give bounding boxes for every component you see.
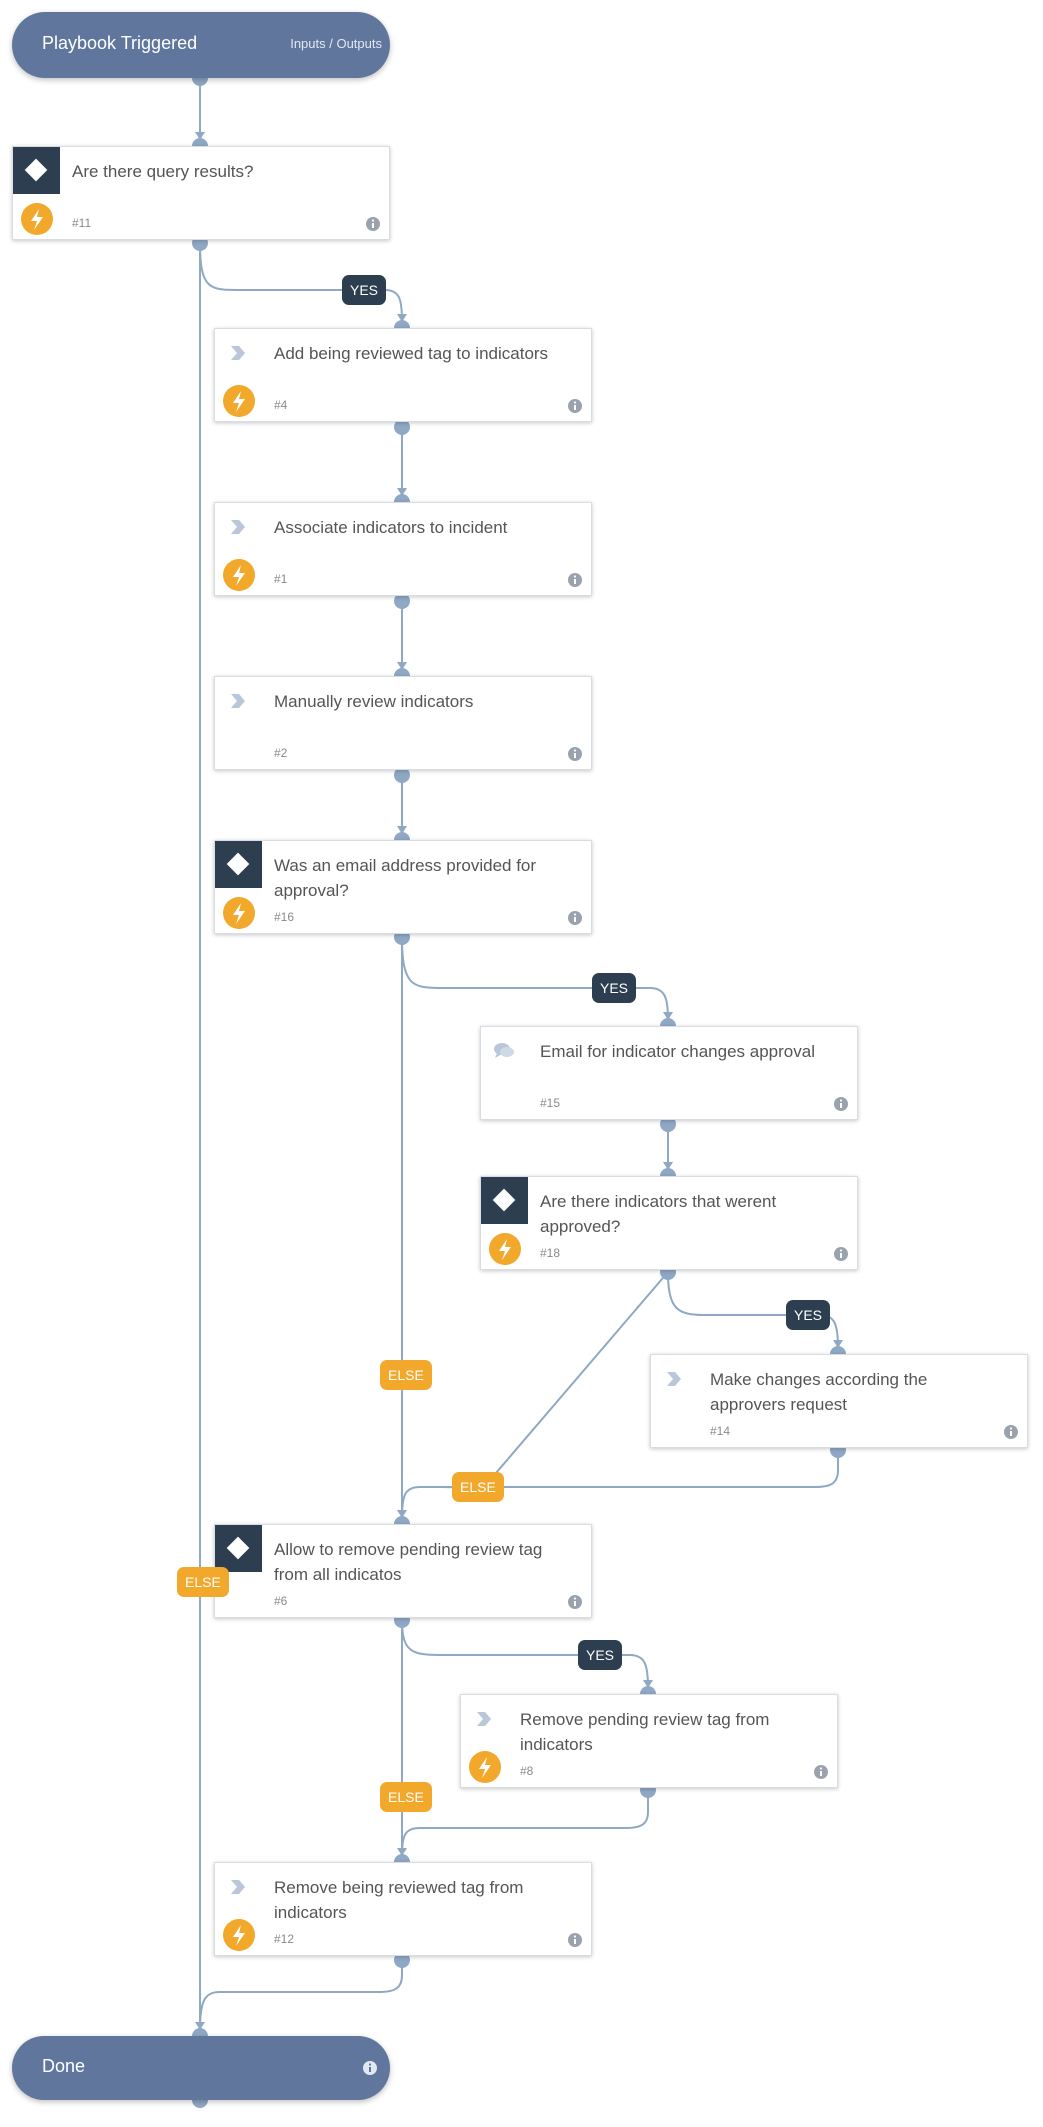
task-title: Allow to remove pending review tag from … [274,1540,543,1584]
lightning-icon [222,896,256,935]
chevron-right-icon [229,519,247,540]
inputs-outputs-link[interactable]: Inputs / Outputs [290,36,382,51]
task-node[interactable]: Make changes according the approvers req… [650,1354,1028,1448]
end-title: Done [42,2056,86,2076]
info-icon[interactable] [567,398,583,419]
info-icon[interactable] [813,1764,829,1785]
info-icon[interactable] [567,1932,583,1953]
task-title: Add being reviewed tag to indicators [274,344,549,363]
task-node[interactable]: Manually review indicators #2 [214,676,592,770]
lightning-icon [222,384,256,423]
task-id: #2 [274,746,288,760]
task-node[interactable]: Are there query results? #11 [12,146,390,240]
task-title: Remove being reviewed tag from indicator… [274,1878,524,1922]
lightning-icon [20,202,54,241]
connector [401,1790,649,1857]
task-id: #11 [72,216,92,230]
task-node[interactable]: Are there indicators that werent approve… [480,1176,858,1270]
start-title: Playbook Triggered [42,33,198,53]
done-node[interactable]: Done [12,2036,390,2100]
condition-diamond-icon [481,1177,528,1224]
task-node[interactable]: Remove pending review tag from indicator… [460,1694,838,1788]
condition-diamond-icon [215,1525,262,1572]
task-node[interactable]: Was an email address provided for approv… [214,840,592,934]
connector [401,1271,669,1519]
lightning-icon [468,1750,502,1789]
playbook-triggered-node[interactable]: Playbook Triggered Inputs / Outputs [12,12,390,78]
task-title: Was an email address provided for approv… [274,856,537,900]
task-node[interactable]: Add being reviewed tag to indicators #4 [214,328,592,422]
task-title: Associate indicators to incident [274,518,508,537]
task-id: #15 [540,1096,561,1110]
task-id: #14 [710,1424,731,1438]
condition-diamond-icon [13,147,60,194]
task-id: #12 [274,1932,295,1946]
else-branch-label: ELSE [452,1472,504,1502]
task-title: Manually review indicators [274,692,474,711]
task-title: Make changes according the approvers req… [710,1370,928,1414]
condition-diamond-icon [215,841,262,888]
info-icon[interactable] [833,1096,849,1117]
connector [199,1960,403,2031]
chevron-right-icon [229,345,247,366]
chevron-right-icon [665,1371,683,1392]
task-id: #18 [540,1246,561,1260]
lightning-icon [222,1918,256,1957]
task-title: Email for indicator changes approval [540,1042,815,1061]
info-icon[interactable] [567,746,583,767]
chevron-right-icon [229,1879,247,1900]
chevron-right-icon [229,693,247,714]
info-icon[interactable] [567,910,583,931]
lightning-icon [222,558,256,597]
task-node[interactable]: Allow to remove pending review tag from … [214,1524,592,1618]
chat-icon [493,1042,515,1065]
info-icon[interactable] [833,1246,849,1267]
task-id: #16 [274,910,295,924]
task-title: Remove pending review tag from indicator… [520,1710,770,1754]
task-node[interactable]: Associate indicators to incident #1 [214,502,592,596]
info-icon[interactable] [365,216,381,237]
lightning-icon [488,1232,522,1271]
task-id: #4 [274,398,288,412]
yes-branch-label: YES [342,275,387,305]
else-branch-label: ELSE [177,1567,229,1597]
task-node[interactable]: Email for indicator changes approval #15 [480,1026,858,1120]
task-title: Are there query results? [72,162,254,181]
task-id: #6 [274,1594,288,1608]
task-node[interactable]: Remove being reviewed tag from indicator… [214,1862,592,1956]
info-icon[interactable] [567,572,583,593]
info-icon[interactable] [362,2060,378,2081]
task-id: #1 [274,572,288,586]
else-branch-label: ELSE [380,1782,432,1812]
info-icon[interactable] [1003,1424,1019,1445]
yes-branch-label: YES [578,1640,623,1670]
yes-branch-label: YES [786,1300,831,1330]
task-title: Are there indicators that werent approve… [540,1192,777,1236]
chevron-right-icon [475,1711,493,1732]
task-id: #8 [520,1764,534,1778]
info-icon[interactable] [567,1594,583,1615]
else-branch-label: ELSE [380,1360,432,1390]
yes-branch-label: YES [592,973,637,1003]
